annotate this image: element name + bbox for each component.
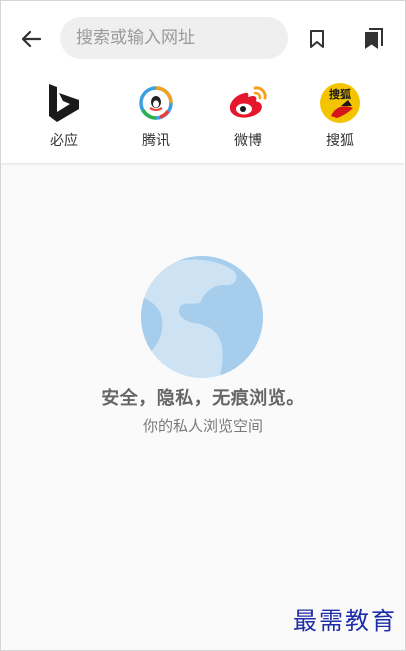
shortcut-label: 必应 — [50, 133, 78, 149]
globe-icon — [141, 256, 263, 378]
bookmarks-button[interactable] — [358, 25, 388, 53]
sohu-logo-text: 搜狐 — [329, 87, 351, 101]
shortcut-label: 搜狐 — [326, 133, 354, 149]
arrow-left-icon — [21, 30, 41, 48]
tencent-icon — [134, 81, 178, 125]
shortcut-tencent[interactable]: 腾讯 — [121, 81, 191, 151]
bing-icon — [42, 81, 86, 125]
browser-frame: 必应 腾讯 — [0, 0, 406, 651]
back-button[interactable] — [15, 25, 47, 53]
shortcut-label: 微博 — [234, 133, 262, 149]
weibo-icon — [226, 81, 270, 125]
incognito-title: 安全，隐私，无痕浏览。 — [101, 388, 305, 409]
bookmark-icon — [310, 30, 324, 48]
bookmarks-icon — [365, 28, 383, 49]
watermark-text: 最需教育 — [293, 607, 397, 635]
shortcut-sohu[interactable]: 搜狐 搜狐 — [305, 81, 375, 151]
search-input[interactable] — [76, 28, 288, 48]
top-bar: 必应 腾讯 — [1, 1, 405, 163]
shortcut-label: 腾讯 — [142, 133, 170, 149]
shortcut-bing[interactable]: 必应 — [29, 81, 99, 151]
incognito-subtitle: 你的私人浏览空间 — [142, 417, 263, 435]
bookmark-button[interactable] — [303, 25, 331, 53]
sohu-icon: 搜狐 — [318, 81, 362, 125]
search-bar[interactable] — [60, 17, 288, 59]
shortcut-weibo[interactable]: 微博 — [213, 81, 283, 151]
